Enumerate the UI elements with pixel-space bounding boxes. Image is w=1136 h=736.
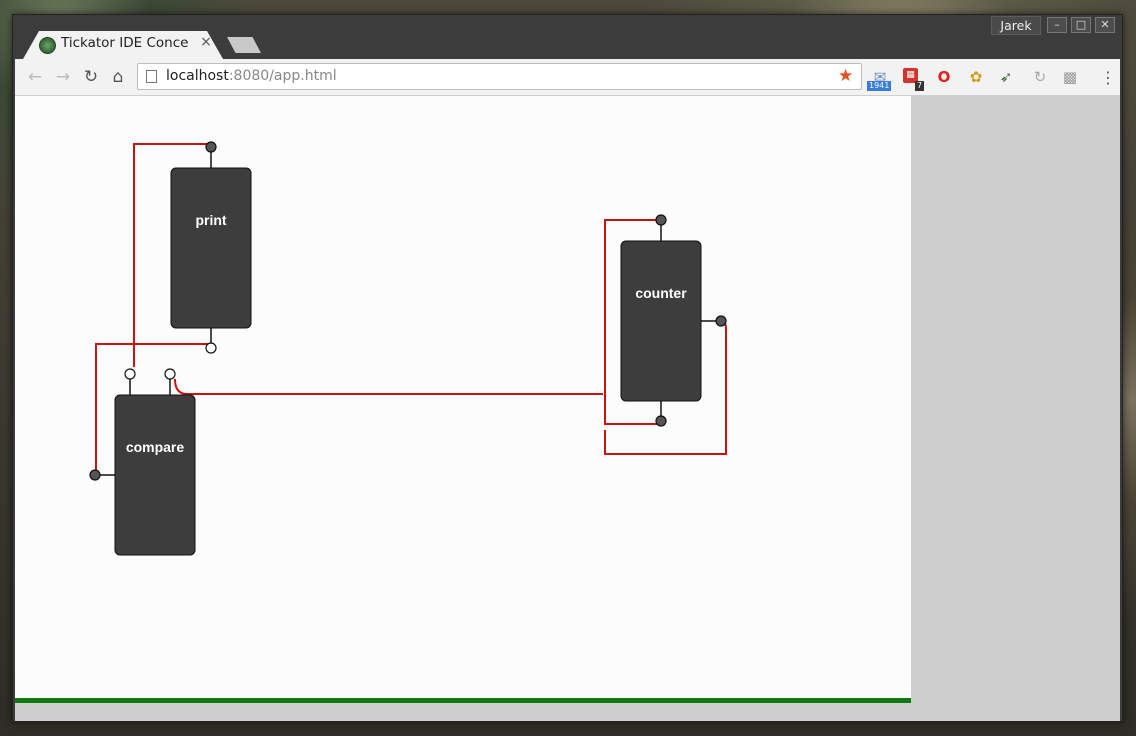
tab-title[interactable]: Tickator IDE Conce — [61, 35, 191, 53]
counter-bottom-port[interactable] — [655, 415, 667, 427]
url-host: localhost — [166, 68, 229, 84]
diagram-canvas[interactable]: print counter compare — [15, 96, 911, 701]
print-output-port[interactable] — [205, 141, 217, 153]
compare-input-2-port[interactable] — [164, 368, 176, 380]
close-window-button[interactable]: ✕ — [1095, 17, 1115, 33]
forward-button[interactable]: → — [53, 67, 73, 87]
new-tab-button[interactable] — [227, 37, 261, 53]
wire-compare-in2[interactable] — [174, 378, 603, 395]
reload-button[interactable]: ↻ — [81, 67, 101, 87]
bottom-area — [15, 703, 911, 721]
tab-strip: Tickator IDE Conce × Jarek – □ ✕ — [13, 15, 1122, 59]
opera-icon[interactable]: O — [935, 68, 953, 86]
block-compare[interactable]: compare — [89, 368, 196, 556]
page-viewport: print counter compare — [15, 96, 1120, 721]
tab-close-icon[interactable]: × — [199, 34, 213, 50]
counter-right-port[interactable] — [715, 315, 727, 327]
block-counter-label: counter — [635, 285, 687, 301]
grid-ext-icon[interactable]: ▩ — [1061, 68, 1079, 86]
block-print[interactable]: print — [170, 141, 252, 354]
url-text[interactable]: localhost:8080/app.html — [166, 68, 337, 84]
address-bar[interactable]: localhost:8080/app.html ★ — [137, 63, 862, 90]
bookmark-star-icon[interactable]: ★ — [838, 66, 853, 86]
url-path: :8080/app.html — [228, 68, 337, 84]
tab-favicon-icon — [39, 37, 56, 54]
profile-button[interactable]: Jarek — [991, 16, 1041, 35]
block-counter[interactable]: counter — [620, 214, 727, 427]
block-print-label: print — [195, 212, 226, 228]
fruit-icon[interactable]: ✿ — [967, 68, 985, 86]
compare-input-1-port[interactable] — [124, 368, 136, 380]
menu-dots-icon[interactable]: ⋮ — [1100, 68, 1116, 88]
maximize-button[interactable]: □ — [1071, 17, 1091, 33]
refresh-ext-icon[interactable]: ↻ — [1031, 68, 1049, 86]
todo-badge: 7 — [915, 81, 925, 91]
home-button[interactable]: ⌂ — [108, 67, 128, 87]
browser-window: Tickator IDE Conce × Jarek – □ ✕ ← → ↻ ⌂… — [12, 14, 1123, 722]
bird-icon[interactable]: ➶ — [997, 68, 1015, 86]
minimize-button[interactable]: – — [1047, 17, 1067, 33]
back-button[interactable]: ← — [25, 67, 45, 87]
mail-badge: 1941 — [867, 81, 892, 91]
browser-toolbar: ← → ↻ ⌂ localhost:8080/app.html ★ ✉ 1941… — [15, 59, 1120, 96]
page-info-icon[interactable] — [146, 70, 157, 83]
counter-top-port[interactable] — [655, 214, 667, 226]
diagram-svg[interactable]: print counter compare — [15, 96, 911, 701]
print-input-port[interactable] — [205, 342, 217, 354]
compare-output-port[interactable] — [89, 469, 101, 481]
block-compare-label: compare — [126, 439, 185, 455]
